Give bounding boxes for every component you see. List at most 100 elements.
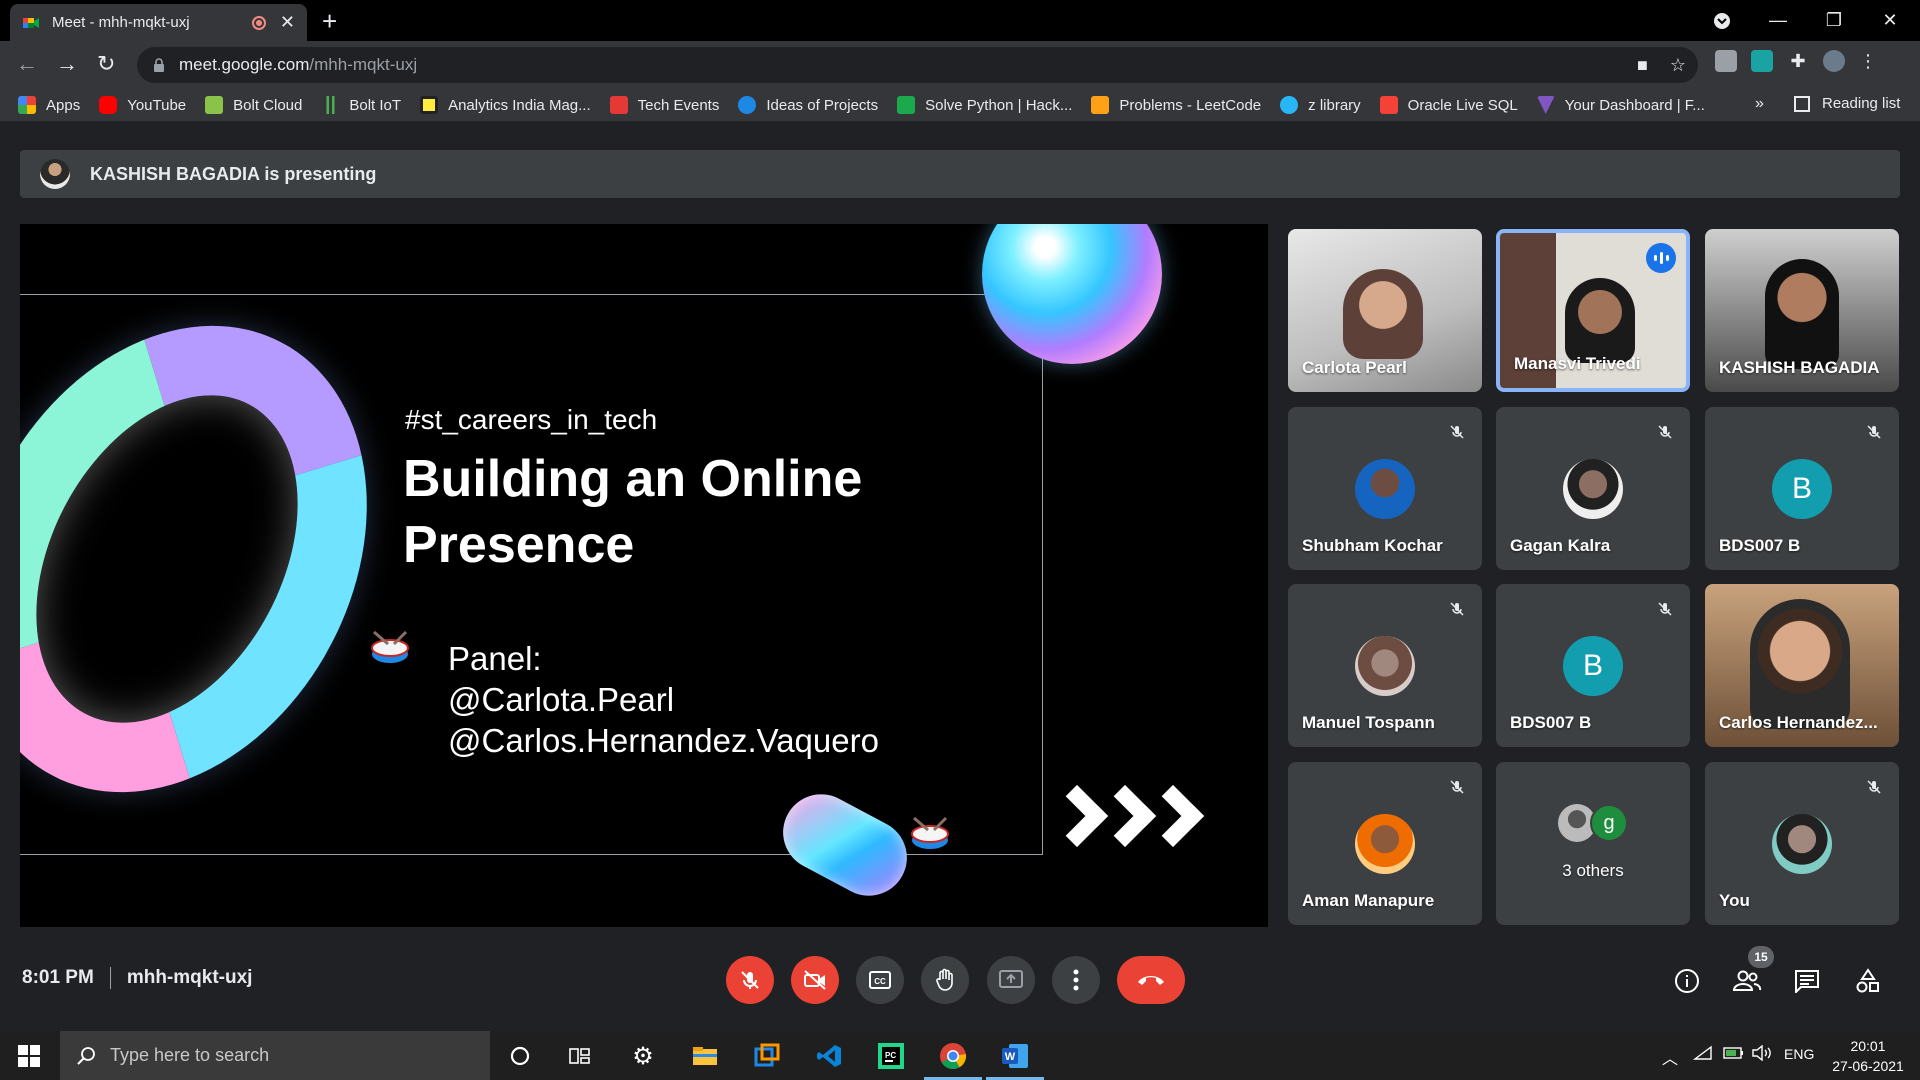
- raise-hand-button[interactable]: [921, 956, 969, 1004]
- battery-icon[interactable]: [1723, 1045, 1745, 1064]
- meeting-details-button[interactable]: [1672, 966, 1702, 996]
- camera-toggle-button[interactable]: [791, 956, 839, 1004]
- input-language[interactable]: ENG: [1784, 1046, 1814, 1062]
- participant-tile[interactable]: Carlos Hernandez...: [1705, 584, 1899, 747]
- restore-icon[interactable]: ❐: [1806, 0, 1862, 41]
- more-options-button[interactable]: [1052, 956, 1100, 1004]
- bookmark-label: Analytics India Mag...: [448, 96, 591, 114]
- screen: Meet - mhh-mqkt-uxj ✕ + — ❐ ✕ ← → ↻ meet…: [0, 0, 1920, 1080]
- tab-close-icon[interactable]: ✕: [280, 12, 295, 33]
- lock-icon: [154, 58, 164, 72]
- volume-icon[interactable]: [1752, 1044, 1774, 1064]
- participant-tile[interactable]: Manasvi Trivedi: [1496, 229, 1690, 392]
- mic-off-icon: [741, 971, 759, 989]
- bookmark-zlibrary[interactable]: z library: [1280, 96, 1361, 114]
- forward-icon[interactable]: →: [56, 51, 78, 77]
- taskbar-search-box[interactable]: Type here to search: [60, 1031, 490, 1080]
- activities-button[interactable]: [1853, 966, 1883, 996]
- bookmark-label: Apps: [46, 96, 81, 114]
- bookmark-bolt-cloud[interactable]: Bolt Cloud: [205, 96, 302, 114]
- browser-tab-meet[interactable]: Meet - mhh-mqkt-uxj ✕: [10, 4, 307, 41]
- bookmark-youtube[interactable]: YouTube: [99, 96, 186, 114]
- others-count-label: 3 others: [1562, 861, 1624, 880]
- bookmark-label: Bolt IoT: [349, 96, 402, 114]
- browser-menu-icon[interactable]: ⋮: [1859, 50, 1877, 72]
- hand-icon: [936, 968, 953, 991]
- slide-panel-text: Panel: @Carlota.Pearl @Carlos.Hernandez.…: [448, 638, 879, 761]
- people-button[interactable]: [1732, 966, 1762, 996]
- extensions-puzzle-icon[interactable]: ✚: [1787, 50, 1809, 72]
- pycharm-icon[interactable]: PC: [876, 1041, 906, 1071]
- leave-call-button[interactable]: [1117, 956, 1185, 1004]
- word-icon[interactable]: W: [1000, 1041, 1030, 1071]
- captions-button[interactable]: CC: [856, 956, 904, 1004]
- chrome-icon[interactable]: [938, 1041, 968, 1071]
- bookmark-star-icon[interactable]: ☆: [1670, 55, 1686, 76]
- bookmark-oracle[interactable]: Oracle Live SQL: [1379, 96, 1518, 114]
- meeting-code: mhh-mqkt-uxj: [126, 967, 253, 988]
- address-bar[interactable]: meet.google.com/mhh-mqkt-uxj ■ ☆: [137, 47, 1698, 83]
- extension-icon-2[interactable]: [1751, 50, 1773, 72]
- cortana-icon[interactable]: [505, 1041, 535, 1071]
- bookmarks-overflow-button[interactable]: »: [1755, 95, 1764, 113]
- arrows-graphic: [1045, 784, 1205, 848]
- mic-off-icon: [1444, 596, 1470, 622]
- bookmark-tech-events[interactable]: Tech Events: [609, 96, 719, 114]
- bookmark-label: Oracle Live SQL: [1407, 96, 1518, 114]
- reload-icon[interactable]: ↻: [97, 51, 115, 77]
- participant-tile[interactable]: KASHISH BAGADIA: [1705, 229, 1899, 392]
- tab-search-icon[interactable]: [1694, 0, 1750, 41]
- file-explorer-icon[interactable]: [690, 1041, 720, 1071]
- search-placeholder: Type here to search: [110, 1045, 270, 1065]
- bookmark-dashboard[interactable]: Your Dashboard | F...: [1536, 96, 1705, 114]
- bookmark-hackerrank[interactable]: Solve Python | Hack...: [897, 96, 1072, 114]
- bookmark-apps[interactable]: Apps: [18, 96, 80, 114]
- participant-tile[interactable]: Aman Manapure: [1288, 762, 1482, 925]
- bookmark-analytics-india[interactable]: Analytics India Mag...: [420, 96, 591, 114]
- bookmark-leetcode[interactable]: Problems - LeetCode: [1091, 96, 1261, 114]
- tray-overflow-icon[interactable]: ︿: [1662, 1045, 1678, 1069]
- participant-name: BDS007 B: [1510, 713, 1592, 732]
- mic-off-icon: [1861, 774, 1887, 800]
- reading-list-button[interactable]: Reading list: [1794, 95, 1900, 112]
- participant-tile[interactable]: Gagan Kalra: [1496, 407, 1690, 570]
- windows-start-icon[interactable]: [18, 1045, 40, 1072]
- bookmark-bolt-iot[interactable]: Bolt IoT: [321, 96, 401, 114]
- microphone-toggle-button[interactable]: [726, 956, 774, 1004]
- wifi-icon[interactable]: [1692, 1045, 1713, 1064]
- camera-in-use-icon[interactable]: ■: [1637, 55, 1648, 76]
- bookmark-ideas[interactable]: Ideas of Projects: [738, 96, 878, 114]
- participant-tile[interactable]: Carlota Pearl: [1288, 229, 1482, 392]
- mic-off-icon: [1652, 419, 1678, 445]
- self-avatar: [1772, 814, 1832, 874]
- profile-avatar[interactable]: [1823, 50, 1845, 72]
- participant-letter-avatar: B: [1563, 636, 1623, 696]
- info-icon: [1675, 969, 1699, 993]
- participant-tile-others[interactable]: g 3 others: [1496, 762, 1690, 925]
- settings-gear-icon[interactable]: ⚙: [628, 1041, 658, 1071]
- vscode-icon[interactable]: [814, 1041, 844, 1071]
- url-text: meet.google.com/mhh-mqkt-uxj: [179, 55, 417, 75]
- taskbar-clock[interactable]: 20:01 27-06-2021: [1820, 1036, 1916, 1076]
- url-host: meet.google.com: [179, 55, 310, 74]
- participant-tile[interactable]: Shubham Kochar: [1288, 407, 1482, 570]
- presenting-banner: KASHISH BAGADIA is presenting: [20, 150, 1900, 198]
- window-close-icon[interactable]: ✕: [1862, 0, 1918, 41]
- back-icon[interactable]: ←: [16, 51, 38, 77]
- task-view-icon[interactable]: [565, 1041, 595, 1071]
- participant-letter-avatar: B: [1772, 459, 1832, 519]
- minimize-icon[interactable]: —: [1750, 0, 1806, 41]
- participant-tile[interactable]: Manuel Tospann: [1288, 584, 1482, 747]
- participant-tile[interactable]: B BDS007 B: [1705, 407, 1899, 570]
- participant-tile-self[interactable]: You: [1705, 762, 1899, 925]
- present-screen-button[interactable]: [987, 956, 1035, 1004]
- extension-icon-1[interactable]: [1715, 50, 1737, 72]
- meeting-info: 8:01 PM mhh-mqkt-uxj: [22, 967, 252, 989]
- presenter-avatar: [40, 159, 70, 189]
- remote-desktop-icon[interactable]: [752, 1041, 782, 1071]
- participant-tile[interactable]: B BDS007 B: [1496, 584, 1690, 747]
- new-tab-button[interactable]: +: [322, 6, 337, 37]
- participant-avatar: [1355, 814, 1415, 874]
- browser-tab-strip: Meet - mhh-mqkt-uxj ✕ + — ❐ ✕: [0, 0, 1920, 41]
- chat-button[interactable]: [1792, 966, 1822, 996]
